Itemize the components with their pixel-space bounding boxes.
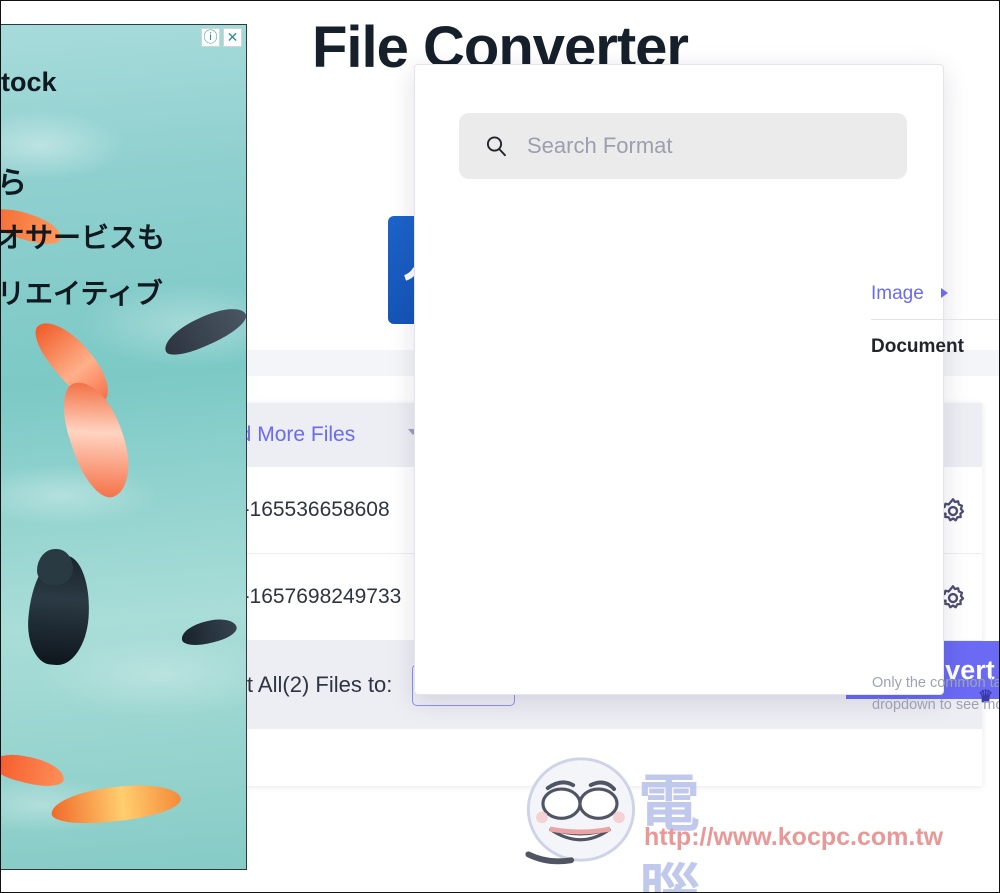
ad-copy: tock ら オサービスも リエイティブ <box>0 67 166 312</box>
search-format-field[interactable] <box>459 113 907 179</box>
ad-banner[interactable]: tock ら オサービスも リエイティブ ⓘ ✕ <box>0 24 247 870</box>
caret-right-icon <box>941 288 949 298</box>
ad-controls: ⓘ ✕ <box>201 28 242 47</box>
koi-fish-tail <box>37 549 73 585</box>
info-icon[interactable]: ⓘ <box>201 28 220 47</box>
close-icon[interactable]: ✕ <box>223 28 242 47</box>
category-label: Document <box>871 336 964 357</box>
search-input[interactable] <box>527 133 881 159</box>
search-icon <box>486 136 506 157</box>
category-list: Image Document <box>871 281 1000 370</box>
ad-line-3: リエイティブ <box>0 278 163 309</box>
popover-note: Only the common target formats are shown… <box>872 675 1000 714</box>
ad-line-2: オサービスも <box>0 222 166 253</box>
category-divider <box>871 319 1000 320</box>
category-label: Image <box>871 283 924 304</box>
category-item-document[interactable]: Document <box>871 334 1000 370</box>
ad-line-1: ら <box>0 167 27 200</box>
ad-brand: tock <box>1 67 57 97</box>
category-item-image[interactable]: Image <box>871 281 1000 317</box>
format-picker-popover: Image Document TIFF GIF WEBP PSD BMP ODD… <box>414 64 1000 713</box>
screenshot-root: File Converter Easily con Add More Files… <box>0 0 1000 893</box>
